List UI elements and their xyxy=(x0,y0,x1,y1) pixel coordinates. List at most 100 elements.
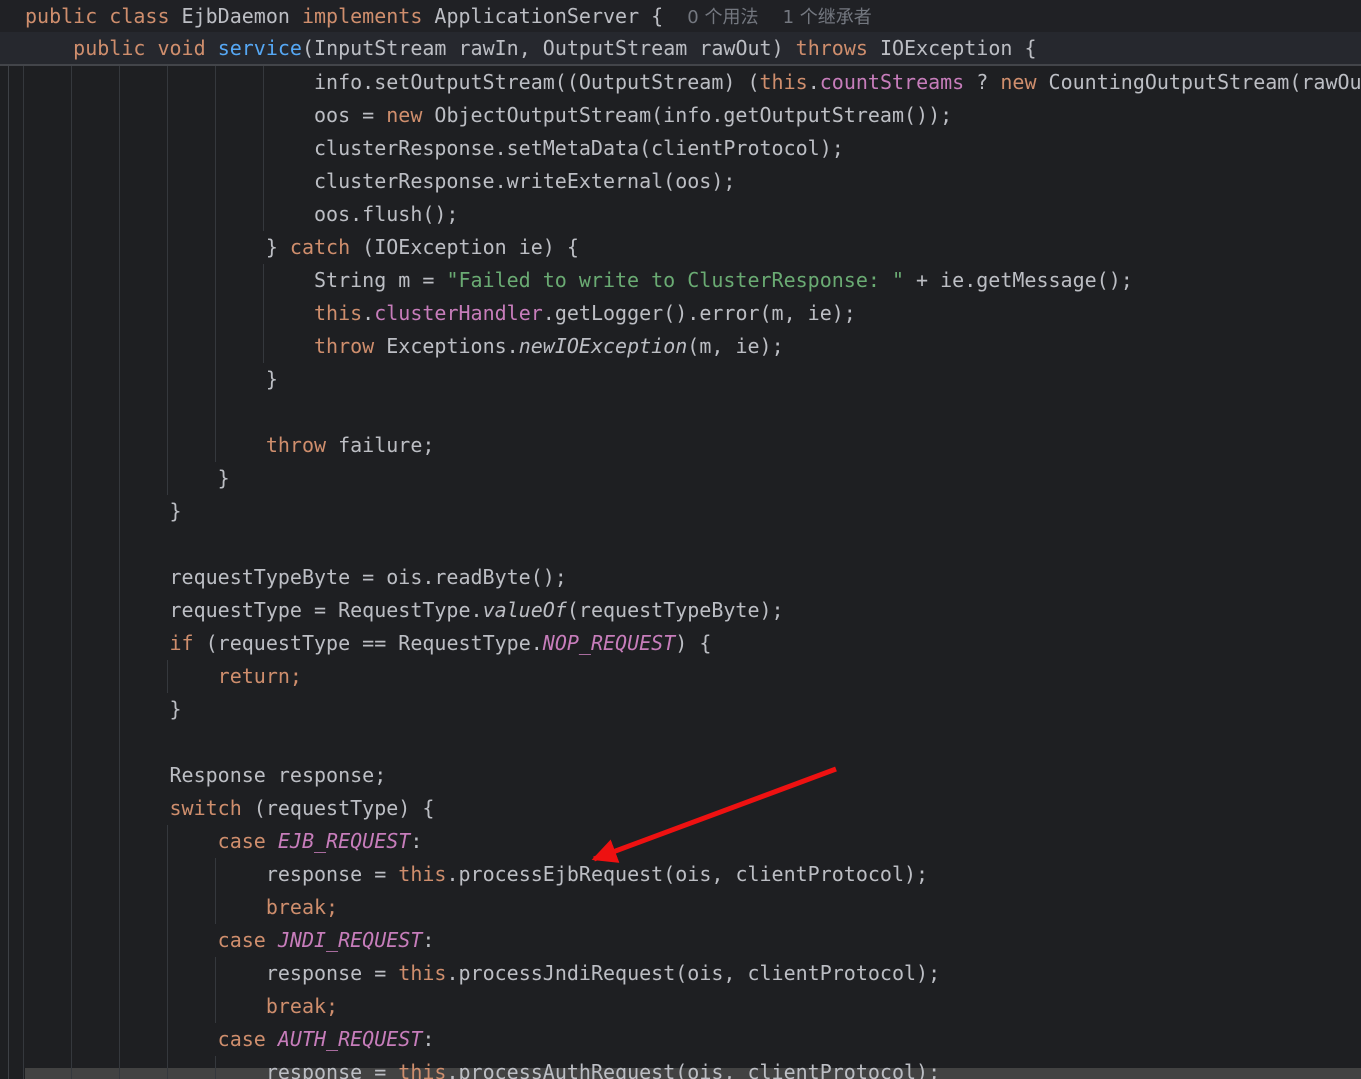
code-token: throw xyxy=(314,334,374,358)
code-token: } xyxy=(25,697,182,721)
code-token: NOP_REQUEST xyxy=(543,631,675,655)
code-token: this xyxy=(398,961,446,985)
code-line[interactable]: throw Exceptions.newIOException(m, ie); xyxy=(0,330,1361,363)
code-line[interactable]: this.clusterHandler.getLogger().error(m,… xyxy=(0,297,1361,330)
code-token xyxy=(25,334,314,358)
code-token: case xyxy=(218,829,266,853)
code-token: switch xyxy=(170,796,242,820)
code-token: (m, ie); xyxy=(687,334,783,358)
code-token xyxy=(25,1027,218,1051)
code-token xyxy=(25,664,218,688)
code-line[interactable]: throw failure; xyxy=(0,429,1361,462)
code-token xyxy=(266,928,278,952)
code-line[interactable]: } xyxy=(0,363,1361,396)
code-line[interactable]: break; xyxy=(0,990,1361,1023)
code-line[interactable] xyxy=(0,528,1361,561)
code-token: . xyxy=(362,301,374,325)
code-line[interactable]: requestType = RequestType.valueOf(reques… xyxy=(0,594,1361,627)
code-token: .processEjbRequest(ois, clientProtocol); xyxy=(446,862,928,886)
code-line[interactable]: if (requestType == RequestType.NOP_REQUE… xyxy=(0,627,1361,660)
code-token xyxy=(206,36,218,60)
code-token xyxy=(266,829,278,853)
code-line[interactable]: requestTypeByte = ois.readByte(); xyxy=(0,561,1361,594)
code-token: Response response; xyxy=(25,763,386,787)
code-line[interactable]: } catch (IOException ie) { xyxy=(0,231,1361,264)
code-token xyxy=(25,895,266,919)
code-token: .processJndiRequest(ois, clientProtocol)… xyxy=(446,961,940,985)
code-line[interactable]: } xyxy=(0,462,1361,495)
sticky-line-class-declaration[interactable]: public class EjbDaemon implements Applic… xyxy=(0,0,1361,32)
code-token: failure; xyxy=(326,433,434,457)
code-editor: info.setOutputStream((OutputStream) (thi… xyxy=(0,0,1361,1079)
usages-inlay-hint[interactable]: 0 个用法 xyxy=(687,7,758,28)
code-token xyxy=(25,994,266,1018)
code-token: case xyxy=(218,928,266,952)
code-token: ? xyxy=(964,70,1000,94)
code-token: ApplicationServer { xyxy=(422,4,687,28)
code-token: catch xyxy=(290,235,350,259)
code-token: break; xyxy=(266,895,338,919)
sticky-line-method-declaration[interactable]: public void service(InputStream rawIn, O… xyxy=(0,32,1361,66)
code-token: clusterResponse.setMetaData(clientProtoc… xyxy=(25,136,844,160)
code-token: this xyxy=(760,70,808,94)
code-token: response = xyxy=(25,862,398,886)
code-line[interactable]: info.setOutputStream((OutputStream) (thi… xyxy=(0,66,1361,99)
code-token xyxy=(97,4,109,28)
code-token: } xyxy=(25,499,182,523)
code-line[interactable]: break; xyxy=(0,891,1361,924)
code-token: requestTypeByte = ois.readByte(); xyxy=(25,565,567,589)
code-token: this xyxy=(398,1060,446,1079)
code-token: } xyxy=(25,466,230,490)
code-token: ObjectOutputStream(info.getOutputStream(… xyxy=(422,103,952,127)
code-line[interactable]: oos.flush(); xyxy=(0,198,1361,231)
code-area[interactable]: info.setOutputStream((OutputStream) (thi… xyxy=(0,66,1361,1079)
code-line[interactable]: } xyxy=(0,495,1361,528)
usages-inlay-hint[interactable]: 1 个继承者 xyxy=(783,7,872,28)
code-token: new xyxy=(386,103,422,127)
code-token: this xyxy=(314,301,362,325)
code-line[interactable] xyxy=(0,396,1361,429)
code-line[interactable]: switch (requestType) { xyxy=(0,792,1361,825)
code-token: String m = xyxy=(25,268,446,292)
code-token: response = xyxy=(25,961,398,985)
code-token: response = xyxy=(25,1060,398,1079)
code-token: + ie.getMessage(); xyxy=(904,268,1133,292)
code-token xyxy=(25,301,314,325)
code-token: this xyxy=(398,862,446,886)
code-line[interactable]: response = this.processAuthRequest(ois, … xyxy=(0,1056,1361,1079)
code-line[interactable]: return; xyxy=(0,660,1361,693)
code-token: (requestType) { xyxy=(242,796,435,820)
code-token: void xyxy=(157,36,205,60)
code-token: public xyxy=(73,36,145,60)
code-token: if xyxy=(170,631,194,655)
code-token xyxy=(266,1027,278,1051)
code-line[interactable]: } xyxy=(0,693,1361,726)
code-token: valueOf xyxy=(483,598,567,622)
code-token: .processAuthRequest(ois, clientProtocol)… xyxy=(446,1060,940,1079)
code-token: (requestTypeByte); xyxy=(567,598,784,622)
code-token: requestType = RequestType. xyxy=(25,598,483,622)
code-token: oos.flush(); xyxy=(25,202,458,226)
code-line[interactable]: clusterResponse.setMetaData(clientProtoc… xyxy=(0,132,1361,165)
code-token: } xyxy=(25,367,278,391)
code-token: JNDI_REQUEST xyxy=(278,928,423,952)
code-token: case xyxy=(218,1027,266,1051)
code-line[interactable]: response = this.processEjbRequest(ois, c… xyxy=(0,858,1361,891)
code-token: : xyxy=(422,1027,434,1051)
code-line[interactable]: clusterResponse.writeExternal(oos); xyxy=(0,165,1361,198)
code-token: } xyxy=(25,235,290,259)
code-token xyxy=(25,631,170,655)
code-token xyxy=(145,36,157,60)
code-line[interactable]: Response response; xyxy=(0,759,1361,792)
code-line[interactable]: response = this.processJndiRequest(ois, … xyxy=(0,957,1361,990)
code-line[interactable]: case EJB_REQUEST: xyxy=(0,825,1361,858)
code-token: break; xyxy=(266,994,338,1018)
code-line[interactable]: case JNDI_REQUEST: xyxy=(0,924,1361,957)
code-line[interactable]: oos = new ObjectOutputStream(info.getOut… xyxy=(0,99,1361,132)
code-line[interactable]: String m = "Failed to write to ClusterRe… xyxy=(0,264,1361,297)
sticky-header: public class EjbDaemon implements Applic… xyxy=(0,0,1361,66)
code-token: AUTH_REQUEST xyxy=(278,1027,423,1051)
code-line[interactable]: case AUTH_REQUEST: xyxy=(0,1023,1361,1056)
code-token: : xyxy=(410,829,422,853)
code-line[interactable] xyxy=(0,726,1361,759)
